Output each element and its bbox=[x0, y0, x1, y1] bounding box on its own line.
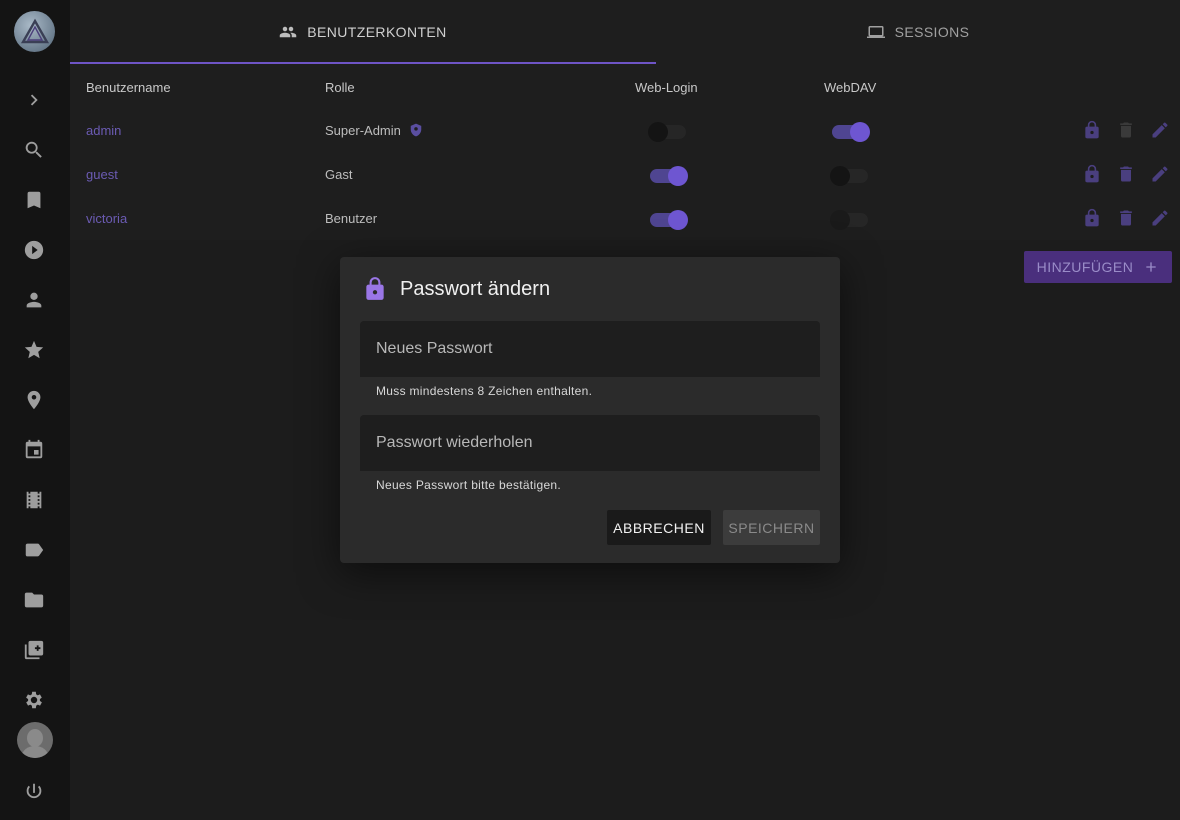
new-password-input[interactable] bbox=[360, 321, 820, 377]
table-row: admin Super-Admin bbox=[70, 108, 1180, 152]
user-table: Benutzername Rolle Web-Login WebDAV admi… bbox=[70, 64, 1180, 240]
delete-trash-icon[interactable] bbox=[1114, 206, 1138, 230]
film-icon[interactable] bbox=[22, 488, 46, 512]
user-avatar[interactable] bbox=[17, 722, 53, 758]
header-username: Benutzername bbox=[86, 80, 171, 95]
library-icon[interactable] bbox=[22, 638, 46, 662]
webdav-toggle[interactable] bbox=[830, 164, 870, 186]
add-user-button[interactable]: HINZUFÜGEN bbox=[1024, 251, 1172, 283]
repeat-password-hint: Neues Passwort bitte bestätigen. bbox=[376, 478, 562, 492]
new-password-field[interactable] bbox=[360, 321, 820, 377]
header-role: Rolle bbox=[325, 80, 355, 95]
people-icon bbox=[280, 26, 297, 38]
sidebar bbox=[0, 0, 70, 820]
power-logout-icon[interactable] bbox=[22, 780, 46, 804]
label-tag-icon[interactable] bbox=[22, 538, 46, 562]
save-button[interactable]: SPEICHERN bbox=[723, 510, 820, 545]
change-password-lock-icon[interactable] bbox=[1080, 118, 1104, 142]
change-password-lock-icon[interactable] bbox=[1080, 162, 1104, 186]
bookmark-icon[interactable] bbox=[22, 188, 46, 212]
dialog-header: Passwort ändern bbox=[362, 275, 550, 303]
play-circle-icon[interactable] bbox=[22, 238, 46, 262]
web-login-toggle[interactable] bbox=[648, 208, 688, 230]
new-password-hint: Muss mindestens 8 Zeichen enthalten. bbox=[376, 384, 593, 398]
webdav-toggle[interactable] bbox=[830, 120, 870, 142]
folder-icon[interactable] bbox=[22, 588, 46, 612]
person-icon[interactable] bbox=[22, 288, 46, 312]
header-webdav: WebDAV bbox=[824, 80, 877, 95]
delete-trash-icon[interactable] bbox=[1114, 162, 1138, 186]
dialog-title: Passwort ändern bbox=[400, 277, 551, 300]
repeat-password-input[interactable] bbox=[360, 415, 820, 471]
cancel-button[interactable]: ABBRECHEN bbox=[607, 510, 711, 545]
username-link[interactable]: guest bbox=[86, 167, 118, 182]
expand-chevron-icon[interactable] bbox=[22, 88, 46, 112]
username-link[interactable]: victoria bbox=[86, 211, 127, 226]
table-row: guest Gast bbox=[70, 152, 1180, 196]
tab-bar: BENUTZERKONTEN SESSIONS bbox=[70, 0, 1180, 64]
tab-user-accounts[interactable]: BENUTZERKONTEN bbox=[70, 0, 656, 64]
role-text: Benutzer bbox=[325, 210, 378, 226]
lock-icon bbox=[366, 277, 384, 300]
search-icon[interactable] bbox=[22, 138, 46, 162]
web-login-toggle[interactable] bbox=[648, 120, 688, 142]
role-text: Super-Admin bbox=[325, 122, 401, 138]
header-web-login: Web-Login bbox=[635, 80, 698, 95]
calendar-icon[interactable] bbox=[22, 438, 46, 462]
change-password-lock-icon[interactable] bbox=[1080, 206, 1104, 230]
tab-sessions-label: SESSIONS bbox=[894, 24, 970, 40]
delete-trash-icon[interactable] bbox=[1114, 118, 1138, 142]
edit-pencil-icon[interactable] bbox=[1148, 162, 1172, 186]
change-password-dialog: Passwort ändern Muss mindestens 8 Zeiche… bbox=[340, 257, 840, 563]
edit-pencil-icon[interactable] bbox=[1148, 118, 1172, 142]
tab-sessions[interactable]: SESSIONS bbox=[656, 0, 1180, 64]
settings-gear-icon[interactable] bbox=[22, 688, 46, 712]
star-icon[interactable] bbox=[22, 338, 46, 362]
tab-user-accounts-label: BENUTZERKONTEN bbox=[307, 24, 447, 40]
app-logo[interactable] bbox=[14, 11, 55, 52]
table-row: victoria Benutzer bbox=[70, 196, 1180, 240]
laptop-icon bbox=[866, 26, 885, 38]
location-pin-icon[interactable] bbox=[22, 388, 46, 412]
role-text: Gast bbox=[325, 166, 353, 182]
shield-icon bbox=[410, 123, 422, 137]
add-user-button-label: HINZUFÜGEN bbox=[1036, 259, 1134, 275]
prism-logo-icon bbox=[20, 18, 49, 43]
webdav-toggle[interactable] bbox=[830, 208, 870, 230]
web-login-toggle[interactable] bbox=[648, 164, 688, 186]
edit-pencil-icon[interactable] bbox=[1148, 206, 1172, 230]
username-link[interactable]: admin bbox=[86, 123, 121, 138]
plus-icon bbox=[1146, 262, 1157, 272]
repeat-password-field[interactable] bbox=[360, 415, 820, 471]
